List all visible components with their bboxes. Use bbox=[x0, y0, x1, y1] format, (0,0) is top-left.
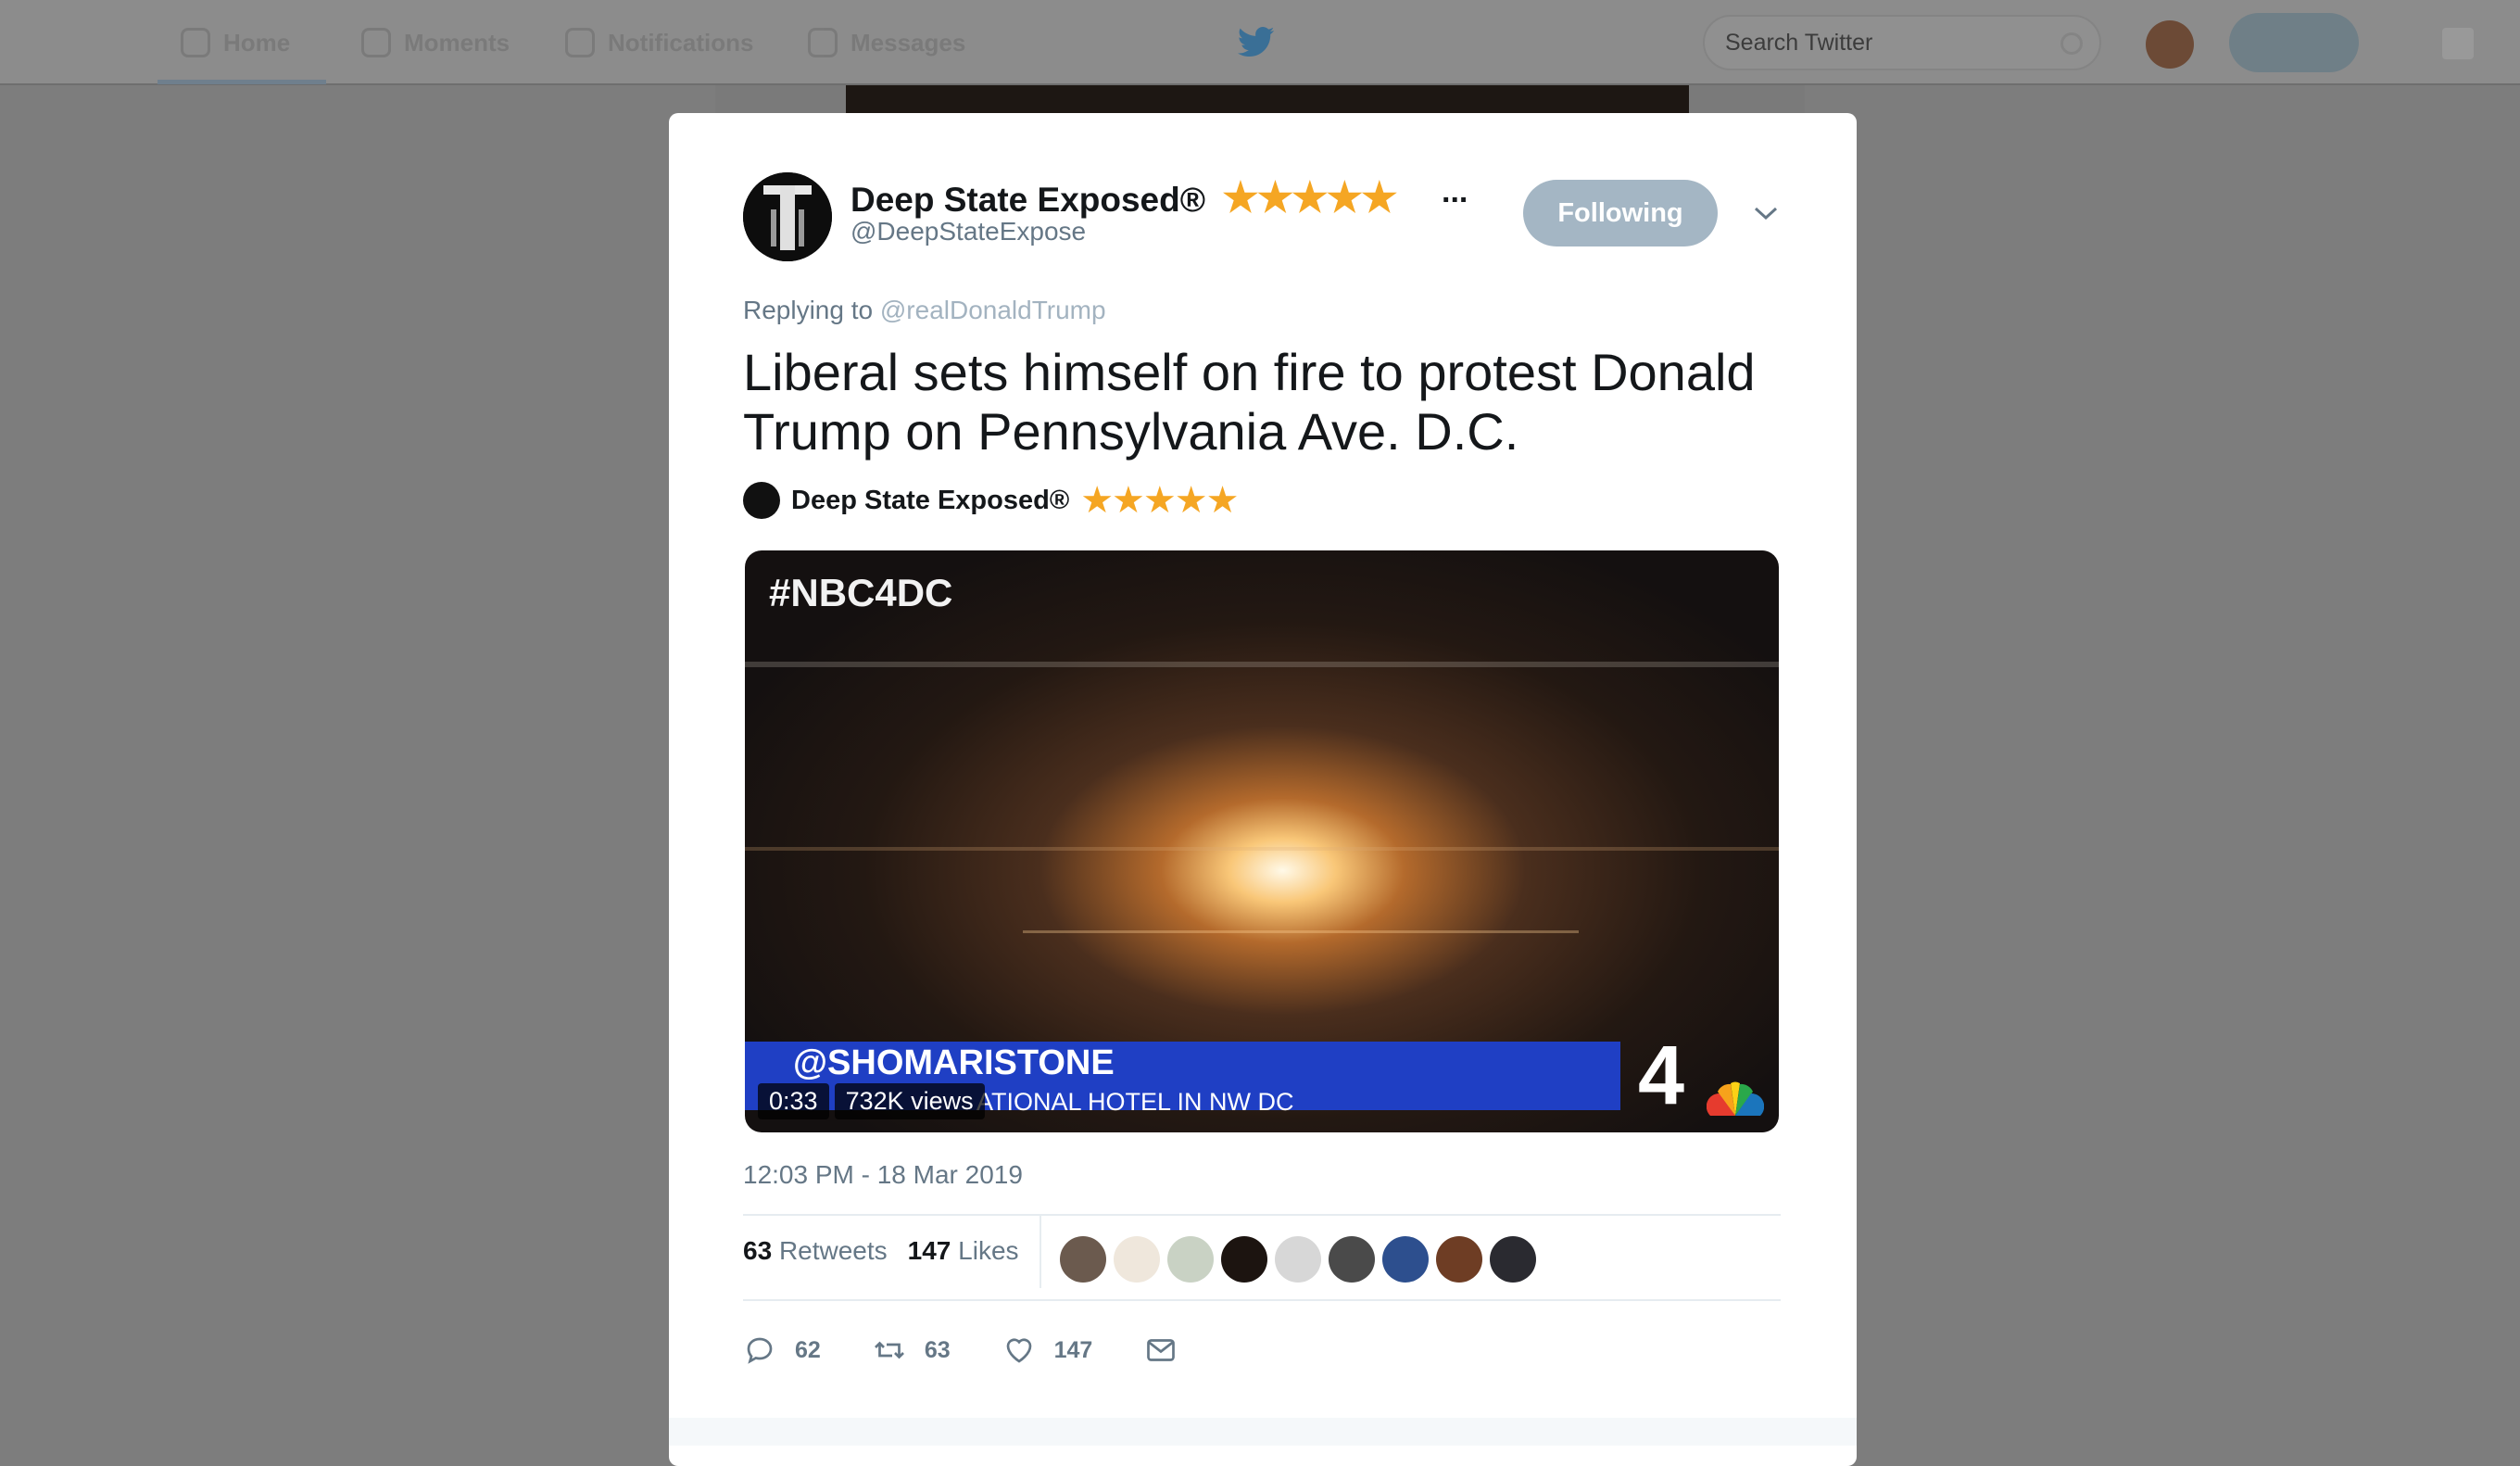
likes-count: 147 bbox=[907, 1236, 951, 1265]
video-chyron: ATIONAL HOTEL IN NW DC bbox=[976, 1088, 1294, 1116]
divider bbox=[743, 1299, 1781, 1301]
stats-separator bbox=[1040, 1216, 1041, 1288]
nav-notifications[interactable]: Notifications bbox=[565, 20, 753, 65]
twitter-bird-icon[interactable] bbox=[1237, 26, 1276, 59]
tweet-actions: 62 63 147 bbox=[743, 1327, 1229, 1373]
overlay-close-icon[interactable] bbox=[2442, 28, 2474, 59]
nav-notifications-label: Notifications bbox=[608, 28, 754, 57]
modal-footer bbox=[669, 1418, 1857, 1446]
top-navigation: Home Moments Notifications Messages Sear… bbox=[0, 0, 2520, 85]
following-button[interactable]: Following bbox=[1523, 180, 1718, 246]
liker-avatar[interactable] bbox=[1060, 1236, 1106, 1283]
likes-stat[interactable]: 147 Likes bbox=[908, 1236, 1019, 1266]
liker-avatar[interactable] bbox=[1382, 1236, 1429, 1283]
liker-avatar[interactable] bbox=[1275, 1236, 1321, 1283]
video-attribution[interactable]: Deep State Exposed® ★★★★★ bbox=[743, 480, 1239, 521]
attribution-avatar bbox=[743, 482, 780, 519]
author-username[interactable]: @DeepStateExpose bbox=[850, 217, 1086, 246]
profile-avatar[interactable] bbox=[2146, 20, 2194, 69]
envelope-icon bbox=[1147, 1339, 1176, 1361]
liker-avatar[interactable] bbox=[1490, 1236, 1536, 1283]
compose-tweet-button[interactable] bbox=[2229, 13, 2359, 72]
retweets-count: 63 bbox=[743, 1236, 773, 1265]
retweet-count: 63 bbox=[924, 1336, 951, 1363]
reply-count: 62 bbox=[795, 1336, 821, 1363]
retweets-stat[interactable]: 63 Retweets bbox=[743, 1236, 888, 1266]
replying-mention-link[interactable]: @realDonaldTrump bbox=[880, 296, 1106, 324]
search-input[interactable]: Search Twitter bbox=[1703, 15, 2101, 70]
video-channel-tag: #NBC4DC bbox=[769, 571, 953, 614]
nav-home[interactable]: Home bbox=[181, 20, 290, 65]
video-views: 732K views bbox=[834, 1082, 985, 1119]
home-icon bbox=[181, 28, 210, 57]
search-icon bbox=[2060, 32, 2083, 55]
video-frame-detail bbox=[1023, 930, 1579, 933]
video-frame-detail bbox=[745, 847, 1779, 851]
bell-icon bbox=[565, 28, 595, 57]
attribution-stars: ★★★★★ bbox=[1080, 480, 1239, 521]
retweets-label: Retweets bbox=[778, 1236, 888, 1265]
reply-icon bbox=[747, 1337, 773, 1364]
likes-label: Likes bbox=[958, 1236, 1019, 1265]
like-count: 147 bbox=[1053, 1336, 1093, 1363]
search-placeholder: Search Twitter bbox=[1725, 30, 1873, 56]
tweet-stats: 63 Retweets 147 Likes bbox=[743, 1216, 1040, 1286]
name-stars: ★★★★★ bbox=[1222, 175, 1397, 221]
nav-home-label: Home bbox=[223, 28, 291, 57]
video-frame-detail bbox=[745, 662, 1779, 667]
author-avatar-image bbox=[743, 172, 832, 261]
nav-messages-label: Messages bbox=[850, 28, 966, 57]
video-meta: 0:33 732K views bbox=[758, 1081, 990, 1121]
likers-avatars bbox=[1060, 1236, 1536, 1283]
author-avatar[interactable] bbox=[743, 172, 832, 261]
liker-avatar[interactable] bbox=[1114, 1236, 1160, 1283]
tweet-text: Liberal sets himself on fire to protest … bbox=[743, 343, 1756, 461]
video-reporter-handle: @SHOMARISTONE bbox=[793, 1043, 1115, 1082]
attribution-name: Deep State Exposed® bbox=[791, 485, 1070, 515]
tweet-modal: Deep State Exposed® ★★★★★ ... @DeepState… bbox=[669, 113, 1857, 1466]
chevron-down-icon[interactable] bbox=[1751, 202, 1781, 224]
replying-prefix: Replying to bbox=[743, 296, 874, 324]
nav-messages[interactable]: Messages bbox=[808, 20, 965, 65]
like-button[interactable]: 147 bbox=[1002, 1333, 1093, 1367]
liker-avatar[interactable] bbox=[1167, 1236, 1214, 1283]
nav-moments-label: Moments bbox=[404, 28, 510, 57]
reply-button[interactable]: 62 bbox=[743, 1333, 821, 1367]
retweet-icon bbox=[874, 1341, 904, 1359]
author-display-name: Deep State Exposed® bbox=[850, 181, 1205, 219]
video-player[interactable]: #NBC4DC @SHOMARISTONE ATIONAL HOTEL IN N… bbox=[745, 550, 1779, 1132]
nav-moments[interactable]: Moments bbox=[361, 20, 510, 65]
direct-message-button[interactable] bbox=[1144, 1333, 1178, 1367]
bolt-icon bbox=[361, 28, 391, 57]
tweet-timestamp[interactable]: 12:03 PM - 18 Mar 2019 bbox=[743, 1160, 1023, 1190]
envelope-icon bbox=[808, 28, 838, 57]
liker-avatar[interactable] bbox=[1329, 1236, 1375, 1283]
video-duration: 0:33 bbox=[758, 1082, 829, 1119]
background-media bbox=[846, 85, 1689, 113]
liker-avatar[interactable] bbox=[1436, 1236, 1482, 1283]
video-channel-number: 4 bbox=[1638, 1030, 1685, 1122]
liker-avatar[interactable] bbox=[1221, 1236, 1267, 1283]
heart-icon bbox=[1006, 1338, 1031, 1363]
nav-active-indicator bbox=[158, 80, 326, 84]
name-truncation: ... bbox=[1442, 174, 1468, 209]
retweet-button[interactable]: 63 bbox=[873, 1333, 951, 1367]
replying-to: Replying to @realDonaldTrump bbox=[743, 296, 1106, 325]
author-name-row[interactable]: Deep State Exposed® ★★★★★ ... bbox=[850, 174, 1468, 221]
nbc-peacock-icon bbox=[1707, 1081, 1764, 1116]
